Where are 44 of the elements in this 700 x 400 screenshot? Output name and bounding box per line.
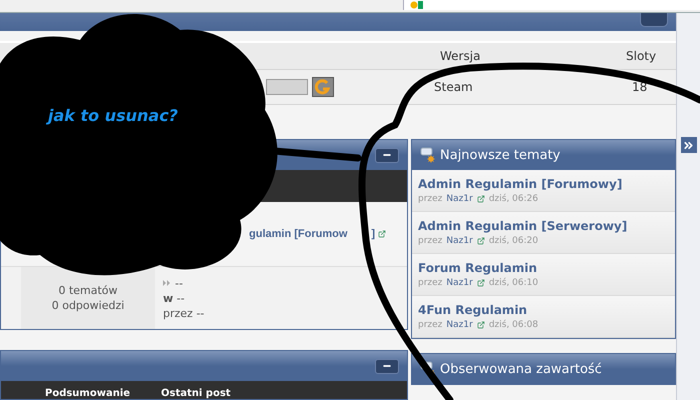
external-link-icon[interactable] [476,195,485,203]
topic-link[interactable]: Forum Regulamin [418,261,675,275]
topic-link[interactable]: gulamin [Forumow [249,228,348,240]
column-header: Sloty [626,49,656,63]
last-post-author: przez -- [163,306,204,320]
post-time: dziś, 06:20 [488,236,538,246]
topic-link[interactable]: Admin Regulamin [Forumowy] [418,177,675,191]
double-arrow-icon [163,280,171,286]
handwritten-note: jak to usunac? [48,106,178,125]
author-label: przez [418,236,442,246]
last-post-title: -- [175,276,183,290]
author-label: przez [418,320,442,330]
column-header: Ostatni post [161,388,232,399]
input-field[interactable] [266,79,308,95]
collapse-button[interactable] [375,148,399,162]
post-time: dziś, 06:08 [488,320,538,330]
chat-bubble-star-icon [420,147,436,163]
last-post-forum: w -- [163,290,186,306]
expand-sidebar-button[interactable] [680,137,696,153]
column-header: Podsumowanie [45,388,132,399]
author-link[interactable]: Naz1r [446,320,473,330]
panel-title: Najnowsze tematy [440,148,560,162]
collapse-button[interactable] [375,358,399,374]
stats-text: 0 tematów [58,283,118,298]
author-link[interactable]: Naz1r [446,278,473,288]
refresh-icon[interactable] [312,77,334,97]
column-header: Wersja [440,49,480,63]
external-link-icon[interactable] [476,321,485,329]
table-cell: Steam [434,80,473,94]
author-link[interactable]: Naz1r [446,194,473,204]
author-label: przez [418,194,442,204]
author-label: przez [418,278,442,288]
post-time: dziś, 06:10 [488,278,538,288]
topic-link[interactable]: 4Fun Regulamin [418,303,675,317]
author-link[interactable]: Naz1r [446,236,473,246]
topic-link[interactable]: Admin Regulamin [Serwerowy] [418,219,675,233]
post-time: dziś, 06:26 [488,194,538,204]
topic-link[interactable]: ] [371,228,376,240]
external-link-icon[interactable] [378,230,386,238]
external-link-icon[interactable] [476,279,485,287]
panel-title: Obserwowana zawartość [440,362,602,376]
search-engine-icon [410,1,424,9]
stats-text: 0 odpowiedzi [52,298,124,313]
external-link-icon[interactable] [476,237,485,245]
